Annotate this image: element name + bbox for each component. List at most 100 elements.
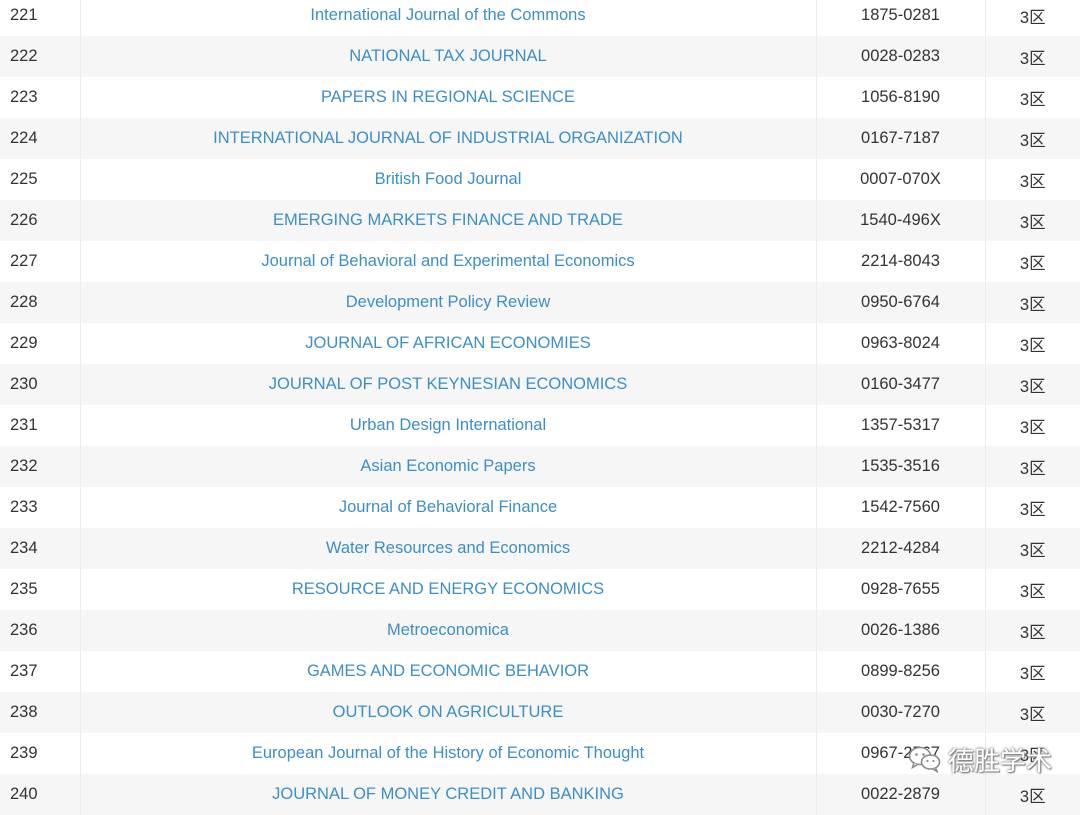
journal-name-link[interactable]: RESOURCE AND ENERGY ECONOMICS bbox=[80, 569, 817, 610]
rank-cell: 240 bbox=[0, 774, 81, 815]
rank-cell: 222 bbox=[0, 36, 81, 77]
journal-name-link[interactable]: JOURNAL OF MONEY CREDIT AND BANKING bbox=[80, 774, 817, 815]
rank-cell: 238 bbox=[0, 692, 81, 733]
rank-cell: 223 bbox=[0, 77, 81, 118]
rank-cell: 233 bbox=[0, 487, 81, 528]
table-row: 231 Urban Design International 1357-5317 3区 bbox=[0, 405, 1080, 446]
zone-cell: 3区 bbox=[985, 364, 1080, 405]
table-row: 239 European Journal of the History of Ec… bbox=[0, 733, 1080, 774]
issn-cell: 0963-8024 bbox=[816, 323, 986, 364]
journal-name-link[interactable]: EMERGING MARKETS FINANCE AND TRADE bbox=[80, 200, 817, 241]
table-row: 230 JOURNAL OF POST KEYNESIAN ECONOMICS 01… bbox=[0, 364, 1080, 405]
table-row: 228 Development Policy Review 0950-6764 3区 bbox=[0, 282, 1080, 323]
issn-cell: 0967-2567 bbox=[816, 733, 986, 774]
table-row: 222 NATIONAL TAX JOURNAL 0028-0283 3区 bbox=[0, 36, 1080, 77]
table-row: 225 British Food Journal 0007-070X 3区 bbox=[0, 159, 1080, 200]
journal-name-link[interactable]: JOURNAL OF POST KEYNESIAN ECONOMICS bbox=[80, 364, 817, 405]
rank-cell: 237 bbox=[0, 651, 81, 692]
zone-cell: 3区 bbox=[985, 487, 1080, 528]
journal-name-link[interactable]: Journal of Behavioral Finance bbox=[80, 487, 817, 528]
issn-cell: 0899-8256 bbox=[816, 651, 986, 692]
zone-cell: 3区 bbox=[985, 77, 1080, 118]
journal-name-link[interactable]: Development Policy Review bbox=[80, 282, 817, 323]
rank-cell: 226 bbox=[0, 200, 81, 241]
journal-name-link[interactable]: Water Resources and Economics bbox=[80, 528, 817, 569]
issn-cell: 1535-3516 bbox=[816, 446, 986, 487]
journal-name-link[interactable]: NATIONAL TAX JOURNAL bbox=[80, 36, 817, 77]
journal-name-link[interactable]: GAMES AND ECONOMIC BEHAVIOR bbox=[80, 651, 817, 692]
zone-cell: 3区 bbox=[985, 241, 1080, 282]
rank-cell: 229 bbox=[0, 323, 81, 364]
journal-name-link[interactable]: PAPERS IN REGIONAL SCIENCE bbox=[80, 77, 817, 118]
rank-cell: 228 bbox=[0, 282, 81, 323]
table-row: 224 INTERNATIONAL JOURNAL OF INDUSTRIAL O… bbox=[0, 118, 1080, 159]
rank-cell: 231 bbox=[0, 405, 81, 446]
table-row: 235 RESOURCE AND ENERGY ECONOMICS 0928-765… bbox=[0, 569, 1080, 610]
rank-cell: 234 bbox=[0, 528, 81, 569]
table-row: 232 Asian Economic Papers 1535-3516 3区 bbox=[0, 446, 1080, 487]
zone-cell: 3区 bbox=[985, 610, 1080, 651]
rank-cell: 232 bbox=[0, 446, 81, 487]
table-row: 221 International Journal of the Commons 1… bbox=[0, 0, 1080, 36]
journal-name-link[interactable]: JOURNAL OF AFRICAN ECONOMIES bbox=[80, 323, 817, 364]
issn-cell: 1357-5317 bbox=[816, 405, 986, 446]
journal-name-link[interactable]: Asian Economic Papers bbox=[80, 446, 817, 487]
issn-cell: 1540-496X bbox=[816, 200, 986, 241]
journal-name-link[interactable]: Journal of Behavioral and Experimental E… bbox=[80, 241, 817, 282]
rank-cell: 239 bbox=[0, 733, 81, 774]
table-row: 240 JOURNAL OF MONEY CREDIT AND BANKING 00… bbox=[0, 774, 1080, 815]
rank-cell: 230 bbox=[0, 364, 81, 405]
issn-cell: 0007-070X bbox=[816, 159, 986, 200]
journal-name-link[interactable]: INTERNATIONAL JOURNAL OF INDUSTRIAL ORGA… bbox=[80, 118, 817, 159]
rank-cell: 235 bbox=[0, 569, 81, 610]
journal-name-link[interactable]: OUTLOOK ON AGRICULTURE bbox=[80, 692, 817, 733]
issn-cell: 1542-7560 bbox=[816, 487, 986, 528]
zone-cell: 3区 bbox=[985, 569, 1080, 610]
table-row: 223 PAPERS IN REGIONAL SCIENCE 1056-8190 3区 bbox=[0, 77, 1080, 118]
table-row: 226 EMERGING MARKETS FINANCE AND TRADE 154… bbox=[0, 200, 1080, 241]
table-row: 238 OUTLOOK ON AGRICULTURE 0030-7270 3区 bbox=[0, 692, 1080, 733]
issn-cell: 2214-8043 bbox=[816, 241, 986, 282]
rank-cell: 224 bbox=[0, 118, 81, 159]
table-row: 237 GAMES AND ECONOMIC BEHAVIOR 0899-8256 3… bbox=[0, 651, 1080, 692]
zone-cell: 3区 bbox=[985, 774, 1080, 815]
zone-cell: 3区 bbox=[985, 323, 1080, 364]
table-row: 233 Journal of Behavioral Finance 1542-756… bbox=[0, 487, 1080, 528]
zone-cell: 3区 bbox=[985, 651, 1080, 692]
issn-cell: 1056-8190 bbox=[816, 77, 986, 118]
issn-cell: 0928-7655 bbox=[816, 569, 986, 610]
table-row: 234 Water Resources and Economics 2212-428… bbox=[0, 528, 1080, 569]
zone-cell: 3区 bbox=[985, 200, 1080, 241]
zone-cell: 3区 bbox=[985, 405, 1080, 446]
rank-cell: 221 bbox=[0, 0, 81, 36]
journal-name-link[interactable]: Metroeconomica bbox=[80, 610, 817, 651]
zone-cell: 3区 bbox=[985, 118, 1080, 159]
zone-cell: 3区 bbox=[985, 446, 1080, 487]
zone-cell: 3区 bbox=[985, 282, 1080, 323]
issn-cell: 0026-1386 bbox=[816, 610, 986, 651]
journal-name-link[interactable]: International Journal of the Commons bbox=[80, 0, 817, 36]
zone-cell: 3区 bbox=[985, 159, 1080, 200]
table-row: 236 Metroeconomica 0026-1386 3区 bbox=[0, 610, 1080, 651]
zone-cell: 3区 bbox=[985, 36, 1080, 77]
table-row: 227 Journal of Behavioral and Experimenta… bbox=[0, 241, 1080, 282]
issn-cell: 0950-6764 bbox=[816, 282, 986, 323]
rank-cell: 225 bbox=[0, 159, 81, 200]
issn-cell: 0022-2879 bbox=[816, 774, 986, 815]
issn-cell: 1875-0281 bbox=[816, 0, 986, 36]
issn-cell: 0167-7187 bbox=[816, 118, 986, 159]
journal-table-body: 221 International Journal of the Commons 1… bbox=[0, 0, 1080, 815]
zone-cell: 3区 bbox=[985, 733, 1080, 774]
issn-cell: 2212-4284 bbox=[816, 528, 986, 569]
zone-cell: 3区 bbox=[985, 528, 1080, 569]
rank-cell: 227 bbox=[0, 241, 81, 282]
table-row: 229 JOURNAL OF AFRICAN ECONOMIES 0963-8024… bbox=[0, 323, 1080, 364]
journal-name-link[interactable]: Urban Design International bbox=[80, 405, 817, 446]
journal-name-link[interactable]: European Journal of the History of Econo… bbox=[80, 733, 817, 774]
zone-cell: 3区 bbox=[985, 0, 1080, 36]
issn-cell: 0028-0283 bbox=[816, 36, 986, 77]
journal-ranking-table: 221 International Journal of the Commons 1… bbox=[0, 0, 1080, 815]
issn-cell: 0160-3477 bbox=[816, 364, 986, 405]
issn-cell: 0030-7270 bbox=[816, 692, 986, 733]
journal-name-link[interactable]: British Food Journal bbox=[80, 159, 817, 200]
